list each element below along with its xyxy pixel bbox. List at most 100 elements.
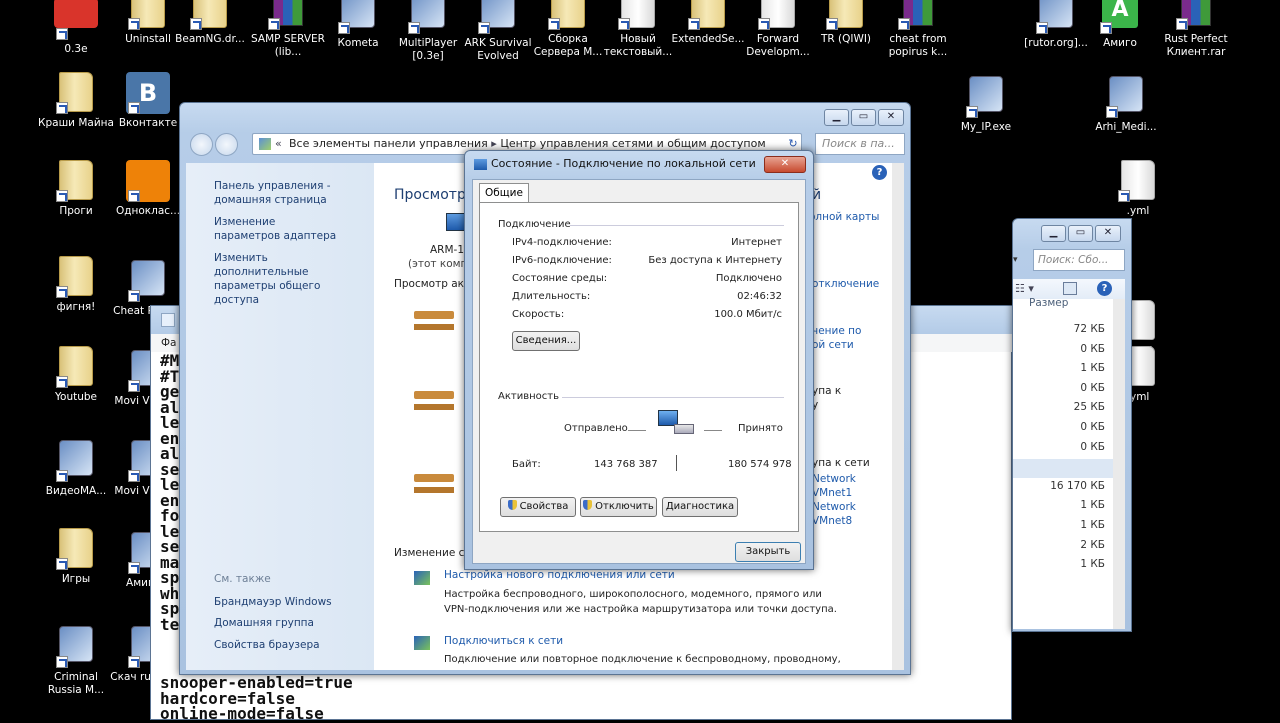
search-input[interactable]: Поиск в па... [815, 133, 905, 155]
desktop-icon[interactable]: ExtendedSe... [670, 0, 746, 46]
desktop-icon[interactable]: MultiPlayer [0.3e] [390, 0, 466, 63]
desktop-icon[interactable]: Проги [38, 160, 114, 218]
shortcut-arrow-icon [478, 22, 490, 34]
properties-button[interactable]: Свойства [500, 497, 576, 517]
selected-row[interactable] [1013, 459, 1125, 478]
desktop-icon[interactable]: .yml [1100, 160, 1176, 218]
app-icon [1104, 76, 1148, 118]
close-button[interactable]: ✕ [764, 156, 806, 173]
minimize-button[interactable]: ▁ [1041, 225, 1066, 242]
folder-icon [54, 528, 98, 570]
desktop-icon[interactable]: Forward Developm... [740, 0, 816, 59]
link-control-panel-home[interactable]: Панель управления - домашняя страница [214, 179, 334, 207]
notepad-text-bottom[interactable]: snooper-enabled=true hardcore=false online… [160, 675, 353, 722]
shortcut-arrow-icon [56, 190, 68, 202]
explorer-search-input[interactable]: Поиск: Сбо... [1033, 249, 1125, 271]
vk-icon: B [126, 72, 170, 114]
desktop-icon[interactable]: ВидеоМА... [38, 436, 114, 498]
link-disconnect[interactable]: отключение [812, 278, 879, 290]
notepad-menu-file[interactable]: Фа [161, 337, 176, 349]
link-connect-network[interactable]: Подключиться к сети [444, 635, 563, 647]
activity-group-label: Активность [498, 391, 559, 402]
desktop-icon[interactable]: Criminal Russia M... [38, 622, 114, 697]
desktop-icon-label: Новый текстовый... [603, 33, 673, 58]
notepad-text[interactable]: #M #T ge al le en al se le en fo le se ma sp wh sp te [160, 353, 179, 632]
breadcrumb-item[interactable]: Центр управления сетями и общим доступом [500, 137, 765, 150]
help-icon[interactable]: ? [1097, 281, 1112, 296]
desktop-icon[interactable]: TR (QIWI) [808, 0, 884, 46]
breadcrumb-item[interactable]: Все элементы панели управления [289, 137, 488, 150]
shortcut-arrow-icon [1100, 22, 1112, 34]
desktop-icon[interactable]: B Вконтакте [110, 72, 186, 130]
vmnet-link[interactable]: Network [812, 472, 856, 486]
desktop-icon[interactable]: Rust Perfect Клиент.rar [1158, 0, 1234, 59]
status-row-label: IPv4-подключение: [512, 237, 612, 248]
desktop-icon[interactable]: Сборка Сервера M... [530, 0, 606, 59]
view-options-icon[interactable]: ☷ ▾ [1015, 282, 1034, 295]
desktop-icon-label: Сборка Сервера M... [533, 33, 603, 58]
close-dialog-button[interactable]: Закрыть [735, 542, 801, 562]
vmnet-link[interactable]: VMnet8 [812, 514, 856, 528]
desktop-icon[interactable]: Новый текстовый... [600, 0, 676, 59]
details-button[interactable]: Сведения... [512, 331, 580, 351]
app-icon [964, 76, 1008, 118]
vmnet-link[interactable]: Network [812, 500, 856, 514]
desktop-icon[interactable]: Краши Майна [38, 72, 114, 130]
desktop-icon[interactable]: cheat from popirus k... [880, 0, 956, 59]
status-dialog[interactable]: Состояние - Подключение по локальной сет… [464, 150, 814, 570]
separator [676, 455, 677, 471]
lan-link-line[interactable]: ой сети [812, 338, 861, 352]
back-button[interactable] [190, 133, 213, 156]
desktop-icon[interactable]: Youtube [38, 346, 114, 404]
main-scrollbar[interactable] [892, 163, 904, 670]
link-firewall[interactable]: Брандмауэр Windows [214, 595, 332, 609]
bytes-sent: 143 768 387 [594, 459, 658, 470]
disable-button[interactable]: Отключить [580, 497, 657, 517]
close-button[interactable]: ✕ [878, 109, 904, 126]
status-row-value: Интернет [731, 237, 782, 248]
link-homegroup[interactable]: Домашняя группа [214, 616, 314, 630]
diagnose-button[interactable]: Диагностика [662, 497, 738, 517]
computer-name: ARM-1 [430, 244, 465, 256]
desktop-icon[interactable]: ARK Survival Evolved [460, 0, 536, 63]
size-column-header[interactable]: Размер [1029, 297, 1068, 309]
left-pane: Панель управления - домашняя страница Из… [186, 163, 374, 670]
desktop-icon[interactable]: SAMP SERVER (lib... [250, 0, 326, 59]
desktop-icon[interactable]: A Амиго [1082, 0, 1158, 50]
explorer-file-list[interactable]: Размер 72 КБ 0 КБ 1 КБ 0 КБ 25 КБ 0 КБ 0 КБ 1 К… [1013, 297, 1125, 629]
desktop-icon-label: Краши Майна [38, 117, 114, 129]
desktop-icon[interactable]: BeamNG.dr... [172, 0, 248, 46]
vmnet-link[interactable]: VMnet1 [812, 486, 856, 500]
desktop-icon[interactable]: Одноклас... [110, 160, 186, 218]
maximize-button[interactable]: ▭ [851, 109, 876, 126]
link-full-map[interactable]: олной карты [809, 211, 879, 223]
minimize-button[interactable]: ▁ [824, 109, 849, 126]
desktop-icon[interactable]: 0.3e [38, 0, 114, 56]
history-arrow-icon[interactable]: ▾ [1013, 249, 1027, 271]
desktop-icon[interactable]: фигня! [38, 256, 114, 314]
lan-link-line[interactable]: чение по [812, 324, 861, 338]
forward-button[interactable] [215, 133, 238, 156]
dropdown-arrow-icon[interactable] [983, 249, 995, 271]
help-icon[interactable]: ? [872, 165, 887, 180]
vmnet-links[interactable]: Network VMnet1 Network VMnet8 [812, 472, 856, 528]
link-browser-properties[interactable]: Свойства браузера [214, 638, 320, 652]
close-button[interactable]: ✕ [1095, 225, 1121, 242]
desktop-icon[interactable]: My_IP.exe [948, 72, 1024, 134]
maximize-button[interactable]: ▭ [1068, 225, 1093, 242]
link-change-adapter-settings[interactable]: Изменение параметров адаптера [214, 215, 344, 243]
tab-general[interactable]: Общие [479, 183, 529, 203]
uac-shield-icon [507, 500, 517, 510]
desktop-icon[interactable]: Arhi_Medi... [1088, 72, 1164, 134]
preview-pane-icon[interactable] [1063, 282, 1077, 295]
link-lan-connection[interactable]: чение по ой сети [812, 324, 861, 352]
explorer-window[interactable]: ▁ ▭ ✕ ▾ Поиск: Сбо... ☷ ▾ ? Размер 72 КБ… [1012, 218, 1132, 632]
desktop-icon-label: Одноклас... [115, 205, 181, 217]
explorer-scrollbar[interactable] [1113, 299, 1125, 629]
desktop-icon[interactable]: Кometa [320, 0, 396, 50]
link-advanced-sharing[interactable]: Изменить дополнительные параметры общего… [214, 251, 364, 307]
bytes-label: Байт: [512, 459, 541, 470]
desktop-icon[interactable]: Игры [38, 528, 114, 586]
sent-label: Отправлено [564, 423, 628, 434]
link-new-connection[interactable]: Настройка нового подключения или сети [444, 569, 675, 581]
